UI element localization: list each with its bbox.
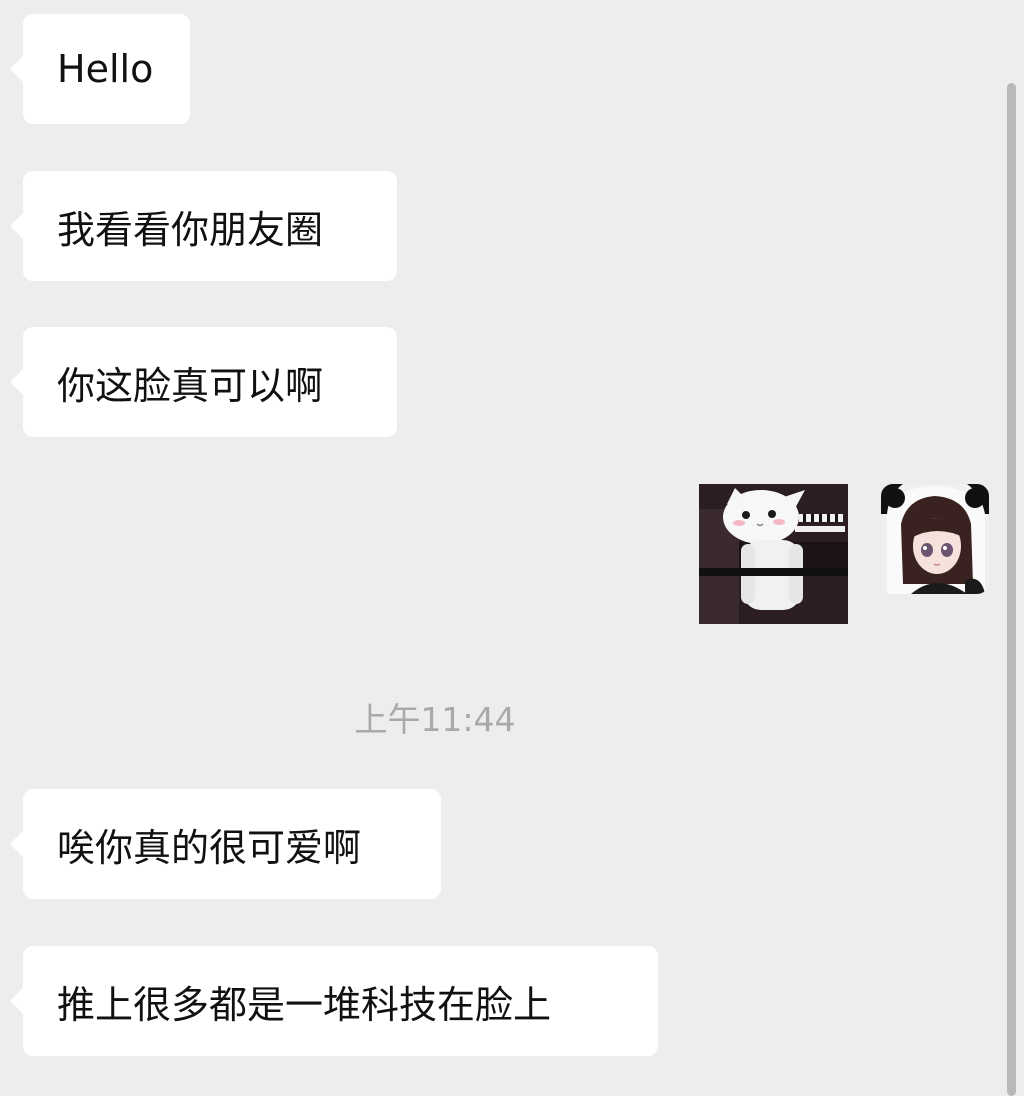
message-text: Hello — [57, 47, 154, 91]
user-avatar[interactable] — [881, 484, 989, 594]
message-bubble-hello[interactable]: Hello — [10, 14, 190, 124]
message-bubble-face[interactable]: 你这脸真可以啊 — [10, 327, 397, 437]
cat-sticker-icon — [699, 484, 848, 624]
scrollbar[interactable] — [1007, 83, 1016, 1096]
message-timestamp: 上午11:44 — [354, 700, 516, 739]
message-text: 推上很多都是一堆科技在脸上 — [57, 982, 552, 1027]
anime-girl-avatar-icon — [881, 484, 989, 594]
message-text: 我看看你朋友圈 — [57, 207, 324, 252]
message-bubble-moments[interactable]: 我看看你朋友圈 — [10, 171, 397, 281]
chat-window: Hello 我看看你朋友圈 你这脸真可以啊 上午11:44 唉你真的很可爱啊 推… — [0, 0, 1024, 1096]
cat-sticker-image[interactable] — [699, 484, 848, 624]
message-bubble-cute[interactable]: 唉你真的很可爱啊 — [10, 789, 441, 899]
message-text: 你这脸真可以啊 — [57, 363, 324, 408]
message-bubble-tech-face[interactable]: 推上很多都是一堆科技在脸上 — [10, 946, 658, 1056]
message-text: 唉你真的很可爱啊 — [57, 825, 362, 870]
